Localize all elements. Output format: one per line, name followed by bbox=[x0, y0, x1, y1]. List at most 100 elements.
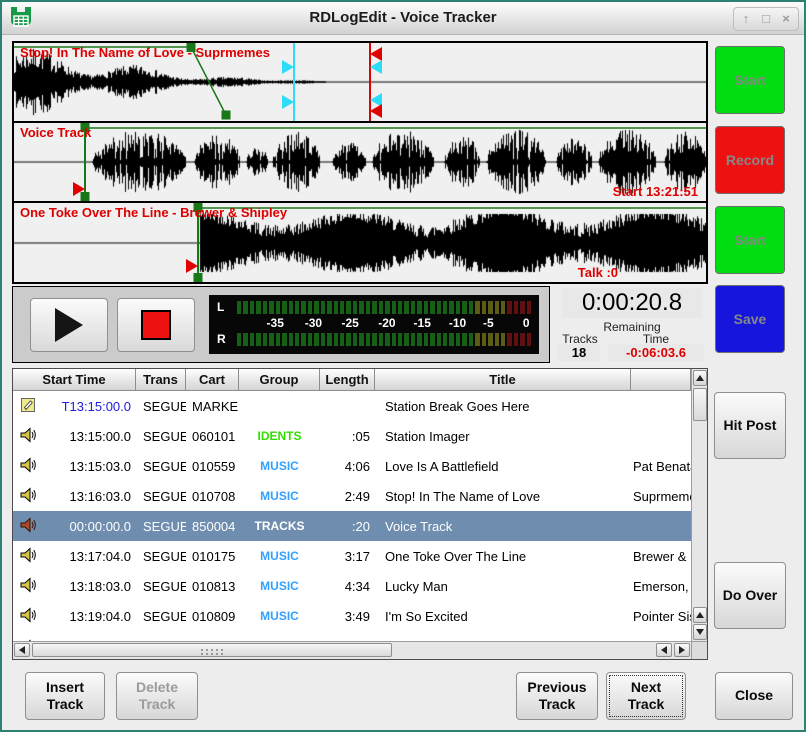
voice-tracker-window: RDLogEdit - Voice Tracker ↑ □ × bbox=[0, 0, 806, 732]
meter-segment bbox=[327, 333, 331, 346]
meter-segment bbox=[321, 301, 325, 314]
speaker-icon bbox=[13, 607, 49, 626]
talk-end-marker-top[interactable] bbox=[370, 60, 382, 74]
log-row[interactable]: 13:18:03.0SEGUE010813MUSIC4:34Lucky ManE… bbox=[13, 571, 691, 601]
cell-length: 3:17 bbox=[320, 549, 375, 564]
log-row-selected[interactable]: 00:00:00.0SEGUE850004TRACKS:20Voice Trac… bbox=[13, 511, 691, 541]
do-over-button[interactable]: Do Over bbox=[714, 562, 786, 629]
meter-segment bbox=[353, 333, 357, 346]
cell-title: Station Break Goes Here bbox=[375, 399, 631, 414]
meter-segment bbox=[527, 333, 531, 346]
start-handle-bottom[interactable] bbox=[81, 192, 90, 201]
scroll-left-button[interactable] bbox=[14, 643, 30, 657]
meter-segment bbox=[449, 333, 453, 346]
previous-track-button[interactable]: Previous Track bbox=[516, 672, 598, 720]
cell-artist: Emerson, L bbox=[631, 579, 691, 594]
meter-segment bbox=[443, 333, 447, 346]
horizontal-scroll-thumb[interactable] bbox=[32, 643, 392, 657]
delete-track-button: Delete Track bbox=[116, 672, 198, 720]
meter-segment bbox=[430, 333, 434, 346]
cell-start-time: 13:16:03.0 bbox=[49, 489, 136, 504]
scroll-up-button[interactable] bbox=[693, 370, 707, 386]
log-row[interactable]: 13:17:04.0SEGUE010175MUSIC3:17One Toke O… bbox=[13, 541, 691, 571]
vertical-scroll-thumb[interactable] bbox=[693, 388, 707, 421]
start-marker-triangle-3[interactable] bbox=[186, 259, 198, 273]
col-artist[interactable] bbox=[631, 369, 691, 391]
speaker-icon bbox=[13, 517, 49, 536]
speaker-icon bbox=[13, 577, 49, 596]
start-handle-bottom-3[interactable] bbox=[194, 273, 203, 282]
cell-start-time: T13:15:00.0 bbox=[49, 399, 136, 414]
col-cart[interactable]: Cart bbox=[186, 369, 239, 391]
cell-length: 3:49 bbox=[320, 609, 375, 624]
track2-title: Voice Track bbox=[20, 125, 91, 140]
time-remaining-value: -0:06:03.6 bbox=[608, 344, 704, 361]
meter-segment bbox=[385, 333, 389, 346]
log-row[interactable]: 13:19:04.0SEGUE010809MUSIC3:49I'm So Exc… bbox=[13, 601, 691, 631]
cell-cart: 850004 bbox=[186, 519, 239, 534]
hit-post-button[interactable]: Hit Post bbox=[714, 392, 786, 459]
scroll-right-button[interactable] bbox=[674, 643, 690, 657]
close-icon[interactable]: × bbox=[776, 9, 796, 29]
cell-cart: 010813 bbox=[186, 579, 239, 594]
segue-marker-top[interactable] bbox=[370, 47, 382, 61]
cell-title: Voice Track bbox=[375, 519, 631, 534]
log-row[interactable]: 13:16:03.0SEGUE010708MUSIC2:49Stop! In T… bbox=[13, 481, 691, 511]
col-start-time[interactable]: Start Time bbox=[13, 369, 136, 391]
record-button[interactable]: Record bbox=[715, 126, 785, 194]
meter-segment bbox=[366, 333, 370, 346]
audio-meter: L -35-30-25-20-15-10-50 R bbox=[209, 295, 539, 354]
meter-segment bbox=[398, 333, 402, 346]
meter-segment bbox=[411, 301, 415, 314]
horizontal-scrollbar[interactable] bbox=[13, 641, 691, 659]
col-group[interactable]: Group bbox=[239, 369, 320, 391]
track3-title: One Toke Over The Line - Brewer & Shiple… bbox=[20, 205, 287, 220]
stop-button[interactable] bbox=[117, 298, 195, 352]
meter-segment bbox=[289, 333, 293, 346]
meter-segment bbox=[256, 333, 260, 346]
log-row[interactable]: 13:15:03.0SEGUE010559MUSIC4:06Love Is A … bbox=[13, 451, 691, 481]
track-previous-cart[interactable]: Stop! In The Name of Love - Suprmemes bbox=[14, 43, 706, 123]
next-track-button[interactable]: Next Track bbox=[606, 672, 686, 720]
cell-cart: 010559 bbox=[186, 459, 239, 474]
scroll-down-button[interactable] bbox=[693, 624, 707, 640]
log-row[interactable]: 13:15:00.0SEGUE060101IDENTS:05Station Im… bbox=[13, 421, 691, 451]
maximize-icon[interactable]: □ bbox=[756, 9, 776, 29]
speaker-icon bbox=[13, 457, 49, 476]
cell-start-time: 13:17:04.0 bbox=[49, 549, 136, 564]
scroll-up-button-2[interactable] bbox=[693, 607, 707, 623]
fade-handle-bottom[interactable] bbox=[222, 111, 231, 120]
play-button[interactable] bbox=[30, 298, 108, 352]
speaker-icon bbox=[13, 487, 49, 506]
scroll-left-button-2[interactable] bbox=[656, 643, 672, 657]
meter-segment bbox=[469, 333, 473, 346]
cell-trans: SEGUE bbox=[136, 429, 186, 444]
start-button-bottom[interactable]: Start bbox=[715, 206, 785, 274]
cell-trans: SEGUE bbox=[136, 609, 186, 624]
close-button[interactable]: Close bbox=[715, 672, 793, 720]
track2-markers[interactable] bbox=[14, 123, 706, 201]
cell-title: One Toke Over The Line bbox=[375, 549, 631, 564]
cell-trans: SEGUE bbox=[136, 549, 186, 564]
col-title[interactable]: Title bbox=[375, 369, 631, 391]
save-button[interactable]: Save bbox=[715, 285, 785, 353]
cell-start-time: 13:19:04.0 bbox=[49, 609, 136, 624]
meter-segment bbox=[462, 301, 466, 314]
vertical-scrollbar[interactable] bbox=[691, 369, 707, 641]
col-trans[interactable]: Trans bbox=[136, 369, 186, 391]
track-voice[interactable]: Voice Track Start 13:21:51 bbox=[14, 123, 706, 203]
col-length[interactable]: Length bbox=[320, 369, 375, 391]
talk-end-marker-bottom[interactable] bbox=[370, 93, 382, 107]
cell-trans: SEGUE bbox=[136, 399, 186, 414]
log-row[interactable]: T13:15:00.0SEGUEMARKERStation Break Goes… bbox=[13, 391, 691, 421]
scrollbar-corner bbox=[691, 641, 707, 659]
meter-scale-tick: -10 bbox=[449, 316, 466, 330]
talk-marker-top[interactable] bbox=[282, 60, 294, 74]
talk-marker-bottom[interactable] bbox=[282, 95, 294, 109]
segue-marker-bottom[interactable] bbox=[370, 104, 382, 118]
track-next-cart[interactable]: One Toke Over The Line - Brewer & Shiple… bbox=[14, 203, 706, 282]
insert-track-button[interactable]: Insert Track bbox=[25, 672, 105, 720]
meter-segment bbox=[282, 333, 286, 346]
start-button-top[interactable]: Start bbox=[715, 46, 785, 114]
shade-icon[interactable]: ↑ bbox=[736, 9, 756, 29]
